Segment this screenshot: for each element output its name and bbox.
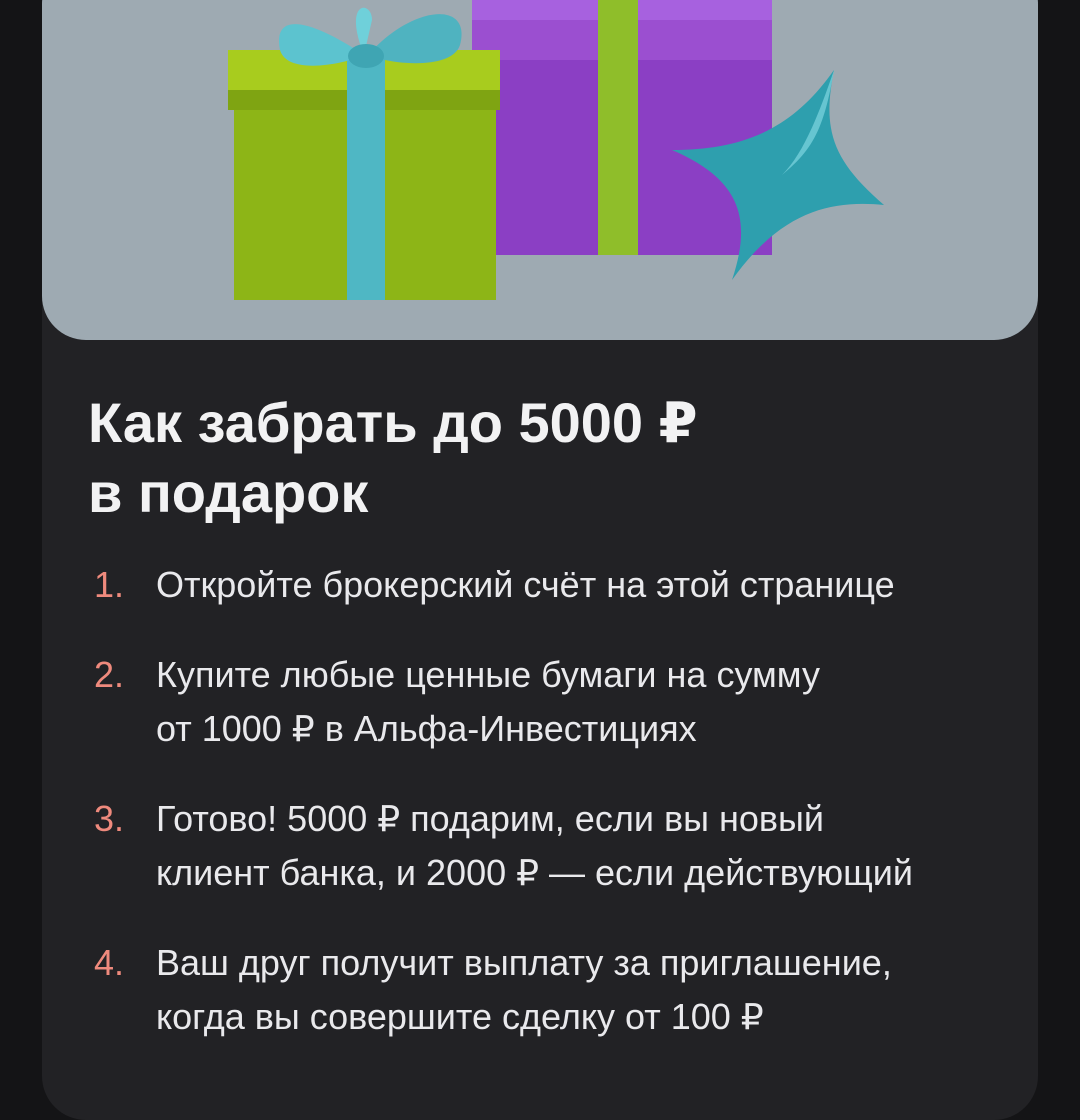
steps-list: 1. Откройте брокерский счёт на этой стра… (94, 558, 994, 1080)
step-number: 2. (94, 654, 125, 695)
step-text: Готово! 5000 ₽ подарим, если вы новый (156, 798, 824, 839)
step-text: от 1000 ₽ в Альфа-Инвестициях (156, 708, 697, 749)
step-item: 2. Купите любые ценные бумаги на сумму о… (94, 648, 994, 756)
step-text: Откройте брокерский счёт на этой страниц… (156, 564, 895, 605)
step-number: 1. (94, 564, 125, 605)
promo-card: Как забрать до 5000 ₽ в подарок 1. Откро… (42, 0, 1038, 1120)
page-title: Как забрать до 5000 ₽ в подарок (88, 388, 968, 528)
step-text: когда вы совершите сделку от 100 ₽ (156, 996, 764, 1037)
gift-boxes-illustration (228, 0, 884, 300)
green-gift-box (228, 7, 500, 300)
step-item: 3. Готово! 5000 ₽ подарим, если вы новый… (94, 792, 994, 900)
step-number: 4. (94, 942, 125, 983)
step-text: Купите любые ценные бумаги на сумму (156, 654, 820, 695)
step-text: клиент банка, и 2000 ₽ — если действующи… (156, 852, 913, 893)
title-line-2: в подарок (88, 461, 369, 524)
gift-illustration (42, 0, 1038, 340)
step-text: Ваш друг получит выплату за приглашение, (156, 942, 892, 983)
step-item: 1. Откройте брокерский счёт на этой стра… (94, 558, 994, 612)
step-number: 3. (94, 798, 125, 839)
title-line-1: Как забрать до 5000 ₽ (88, 391, 698, 454)
step-item: 4. Ваш друг получит выплату за приглашен… (94, 936, 994, 1044)
purple-gift-box (472, 0, 772, 255)
